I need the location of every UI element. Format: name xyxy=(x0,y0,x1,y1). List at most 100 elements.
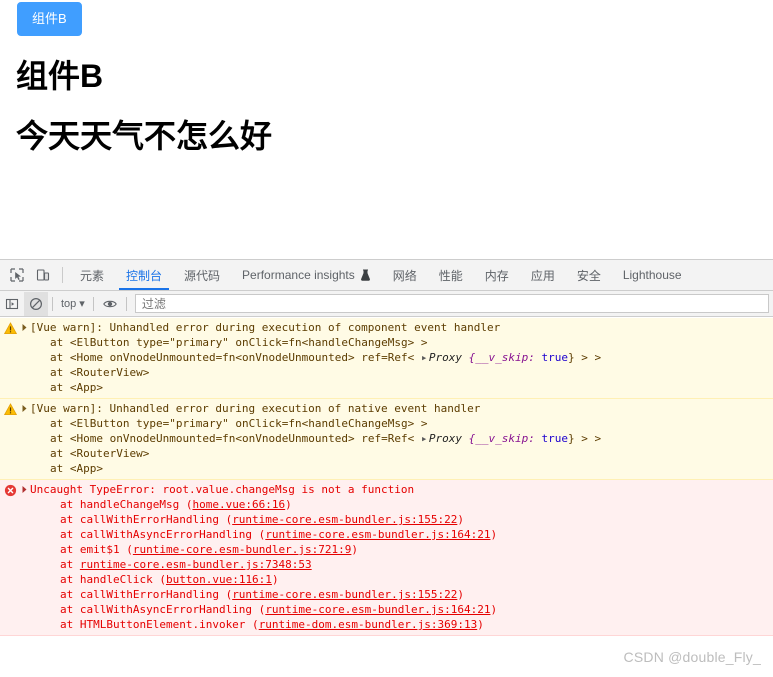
tab-security[interactable]: 安全 xyxy=(566,260,612,290)
stack-frame: at callWithAsyncErrorHandling (runtime-c… xyxy=(30,527,767,542)
frame-tail: ) xyxy=(490,603,498,616)
source-link[interactable]: runtime-dom.esm-bundler.js:369:13 xyxy=(259,618,478,631)
tab-console[interactable]: 控制台 xyxy=(115,260,173,290)
console-message-body: Uncaught TypeError: root.value.changeMsg… xyxy=(0,482,773,632)
console-message-warning[interactable]: [Vue warn]: Unhandled error during execu… xyxy=(0,318,773,399)
frame-function: at HTMLButtonElement.invoker ( xyxy=(60,618,259,631)
source-link[interactable]: runtime-core.esm-bundler.js:155:22 xyxy=(232,588,457,601)
expand-arrow-icon[interactable] xyxy=(20,484,29,495)
frame-tail: ) xyxy=(271,573,279,586)
live-expression-eye-icon[interactable] xyxy=(98,292,122,316)
source-link[interactable]: runtime-core.esm-bundler.js:155:22 xyxy=(232,513,457,526)
page-subtitle: 今天天气不怎么好 xyxy=(16,118,273,154)
source-link[interactable]: runtime-core.esm-bundler.js:721:9 xyxy=(133,543,352,556)
stack-line: at <RouterView> xyxy=(50,366,150,379)
tab-performance[interactable]: 性能 xyxy=(428,260,474,290)
chevron-down-icon: ▾ xyxy=(79,298,85,310)
tab-label: 元素 xyxy=(80,268,105,283)
message-title: [Vue warn]: Unhandled error during execu… xyxy=(30,402,481,415)
proxy-expand-arrow-icon[interactable]: ▸ xyxy=(421,350,429,365)
frame-tail: ) xyxy=(477,618,484,631)
tab-performance-insights[interactable]: Performance insights xyxy=(231,260,382,290)
frame-function: at emit$1 ( xyxy=(60,543,133,556)
source-link[interactable]: button.vue:116:1 xyxy=(166,573,272,586)
tab-network[interactable]: 网络 xyxy=(382,260,428,290)
filter-placeholder: 过滤 xyxy=(141,297,166,311)
devtools-tabbar: 元素 控制台 源代码 Performance insights 网络 性能 内存… xyxy=(0,260,773,291)
proxy-word: Proxy xyxy=(428,432,462,445)
stack-line-proxy: at <Home onVnodeUnmounted=fn<onVnodeUnmo… xyxy=(30,350,767,365)
watermark: CSDN @double_Fly_ xyxy=(623,649,761,665)
tab-application[interactable]: 应用 xyxy=(520,260,566,290)
frame-function: at handleClick ( xyxy=(60,573,166,586)
toolbar-divider xyxy=(125,296,127,311)
stack-frame: at runtime-core.esm-bundler.js:7348:53 xyxy=(30,557,767,572)
stack-frame: at emit$1 (runtime-core.esm-bundler.js:7… xyxy=(30,542,767,557)
frame-function: at callWithAsyncErrorHandling ( xyxy=(60,603,266,616)
stack-line: at <ElButton type="primary" onClick=fn<h… xyxy=(50,336,428,349)
stack-line: at <ElButton type="primary" onClick=fn<h… xyxy=(50,417,428,430)
console-toolbar: top ▾ 过滤 xyxy=(0,291,773,317)
source-link[interactable]: runtime-core.esm-bundler.js:164:21 xyxy=(265,603,490,616)
tab-label: Lighthouse xyxy=(622,268,682,282)
stack-frame: at handleChangeMsg (home.vue:66:16) xyxy=(30,497,767,512)
console-message-body: [Vue warn]: Unhandled error during execu… xyxy=(0,401,773,476)
source-link[interactable]: home.vue:66:16 xyxy=(192,498,285,511)
proxy-suffix: } > > xyxy=(567,432,602,445)
console-message-warning[interactable]: [Vue warn]: Unhandled error during execu… xyxy=(0,399,773,480)
device-toggle-icon[interactable] xyxy=(30,260,56,290)
proxy-expand-arrow-icon[interactable]: ▸ xyxy=(421,431,429,446)
toolbar-divider xyxy=(52,296,53,311)
proxy-word: Proxy xyxy=(428,351,462,364)
tab-memory[interactable]: 内存 xyxy=(474,260,520,290)
tab-label: Performance insights xyxy=(242,268,355,282)
frame-function: at handleChangeMsg ( xyxy=(60,498,193,511)
stack-frame: at callWithAsyncErrorHandling (runtime-c… xyxy=(30,602,767,617)
tab-label: 源代码 xyxy=(184,268,221,283)
error-circle-icon xyxy=(4,484,17,497)
tab-label: 内存 xyxy=(484,268,509,283)
expand-arrow-icon[interactable] xyxy=(20,403,29,414)
tab-label: 控制台 xyxy=(126,268,163,283)
page-title: 组件B xyxy=(16,58,104,94)
toolbar-divider xyxy=(92,296,94,311)
tab-label: 应用 xyxy=(530,268,555,283)
stack-frame: at callWithErrorHandling (runtime-core.e… xyxy=(30,512,767,527)
stack-frame: at callWithErrorHandling (runtime-core.e… xyxy=(30,587,767,602)
tab-sources[interactable]: 源代码 xyxy=(173,260,231,290)
execution-context-selector[interactable]: top ▾ xyxy=(57,297,89,311)
inspect-cursor-icon[interactable] xyxy=(4,260,30,290)
proxy-key: {__v_skip: xyxy=(468,351,535,364)
stack-line: at <App> xyxy=(50,462,103,475)
expand-arrow-icon[interactable] xyxy=(20,322,29,333)
source-link[interactable]: runtime-core.esm-bundler.js:164:21 xyxy=(265,528,490,541)
tab-label: 网络 xyxy=(392,268,417,283)
clear-console-icon[interactable] xyxy=(24,291,48,316)
context-value: top xyxy=(61,297,77,310)
proxy-prefix: at <Home onVnodeUnmounted=fn<onVnodeUnmo… xyxy=(50,351,421,364)
console-sidebar-icon[interactable] xyxy=(0,292,24,316)
tab-lighthouse[interactable]: Lighthouse xyxy=(612,260,693,290)
tab-label: 安全 xyxy=(576,268,601,283)
frame-tail: ) xyxy=(490,528,498,541)
console-output[interactable]: [Vue warn]: Unhandled error during execu… xyxy=(0,318,773,677)
console-filter-input[interactable]: 过滤 xyxy=(134,294,769,313)
warning-triangle-icon xyxy=(3,403,18,416)
stack-frame: at HTMLButtonElement.invoker (runtime-do… xyxy=(30,617,767,632)
frame-function: at callWithAsyncErrorHandling ( xyxy=(60,528,266,541)
console-message-error[interactable]: Uncaught TypeError: root.value.changeMsg… xyxy=(0,480,773,636)
message-title: Uncaught TypeError: root.value.changeMsg… xyxy=(30,483,415,496)
change-msg-button[interactable]: 组件B xyxy=(17,2,82,36)
frame-tail: ) xyxy=(457,513,464,526)
stack-line: at <App> xyxy=(50,381,103,394)
devtools-panel: 元素 控制台 源代码 Performance insights 网络 性能 内存… xyxy=(0,259,773,677)
proxy-value: true xyxy=(534,432,568,445)
proxy-prefix: at <Home onVnodeUnmounted=fn<onVnodeUnmo… xyxy=(50,432,421,445)
tab-elements[interactable]: 元素 xyxy=(69,260,115,290)
source-link[interactable]: runtime-core.esm-bundler.js:7348:53 xyxy=(80,558,312,571)
frame-function: at xyxy=(60,558,80,571)
frame-function: at callWithErrorHandling ( xyxy=(60,588,233,601)
beaker-icon xyxy=(360,269,371,281)
console-message-body: [Vue warn]: Unhandled error during execu… xyxy=(0,320,773,395)
frame-tail: ) xyxy=(285,498,292,511)
